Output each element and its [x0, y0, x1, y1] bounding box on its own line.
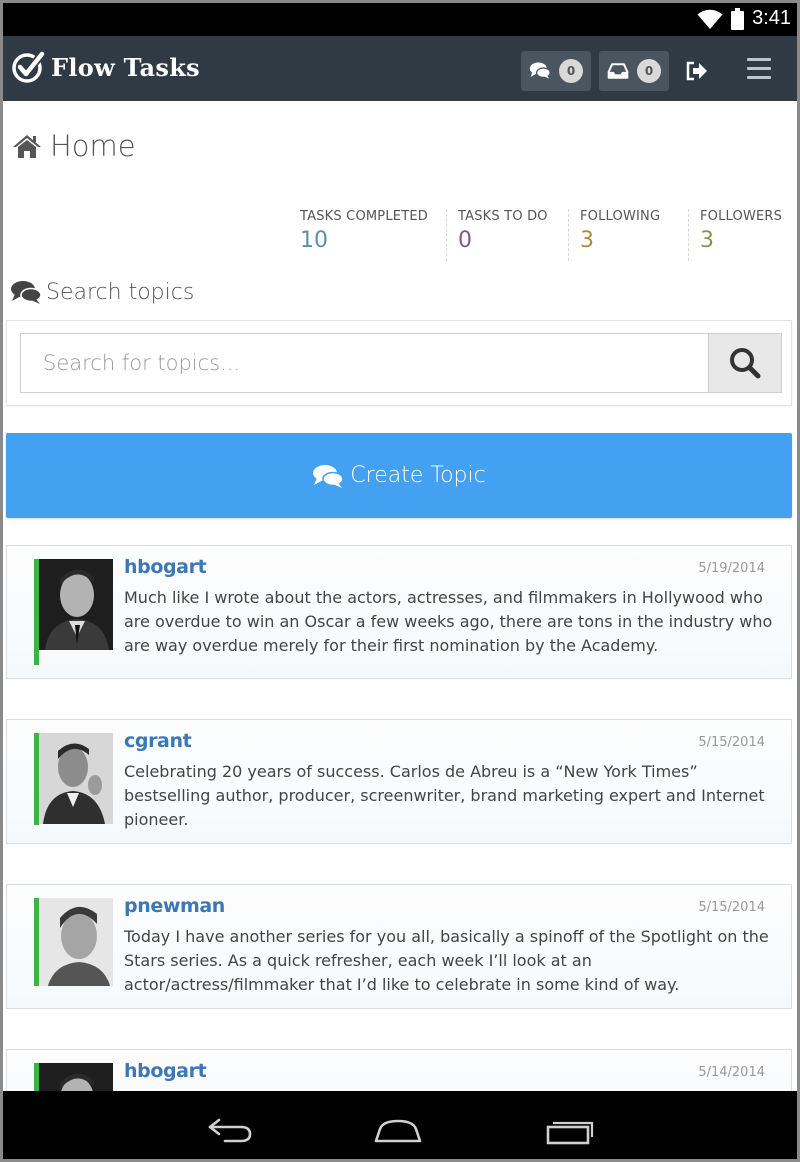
- back-icon[interactable]: [205, 1117, 253, 1143]
- avatar[interactable]: [39, 733, 113, 824]
- app-header: Flow Tasks 0 0: [3, 36, 797, 101]
- topic-date: 5/15/2014: [698, 735, 765, 750]
- device-screen: 3:41 Flow Tasks 0 0 Home TASKS COMPLETED…: [3, 3, 797, 1159]
- recent-apps-icon[interactable]: [546, 1117, 594, 1145]
- check-circle-icon: [12, 50, 45, 83]
- topic-username[interactable]: pnewman: [124, 895, 225, 917]
- topic-username[interactable]: cgrant: [124, 730, 192, 752]
- stat-label: TASKS TO DO: [458, 209, 548, 224]
- search-button[interactable]: [708, 333, 782, 393]
- home-icon: [13, 135, 41, 158]
- wifi-icon: [697, 9, 723, 29]
- avatar-photo: [39, 733, 113, 824]
- stat-value: 0: [458, 228, 472, 253]
- stat-following[interactable]: FOLLOWING 3: [568, 209, 660, 261]
- messages-count-badge: 0: [559, 59, 583, 83]
- topic-date: 5/15/2014: [698, 900, 765, 915]
- stat-tasks-completed[interactable]: TASKS COMPLETED 10: [300, 209, 428, 253]
- topic-card[interactable]: pnewman 5/15/2014 Today I have another s…: [6, 884, 792, 1009]
- stat-value: 3: [580, 228, 594, 253]
- inbox-count-badge: 0: [637, 59, 661, 83]
- create-topic-label: Create Topic: [350, 463, 486, 488]
- app-name: Flow Tasks: [51, 52, 200, 82]
- topic-text: Celebrating 20 years of success. Carlos …: [124, 762, 765, 829]
- brand-link[interactable]: Flow Tasks: [11, 50, 200, 84]
- topic-date: 5/14/2014: [698, 1065, 765, 1080]
- search-icon: [730, 348, 761, 379]
- stat-followers[interactable]: FOLLOWERS 3: [688, 209, 782, 261]
- sign-out-icon[interactable]: [685, 60, 709, 82]
- topic-username[interactable]: hbogart: [124, 1060, 207, 1082]
- stat-tasks-to-do[interactable]: TASKS TO DO 0: [446, 209, 548, 261]
- search-input[interactable]: Search for topics...: [20, 333, 708, 393]
- home-nav-icon[interactable]: [373, 1117, 423, 1143]
- hamburger-menu-icon[interactable]: [747, 58, 771, 82]
- comments-icon: [529, 62, 551, 79]
- stat-value: 3: [700, 228, 714, 253]
- topic-username[interactable]: hbogart: [124, 556, 207, 578]
- avatar-photo: [39, 898, 113, 986]
- battery-icon: [731, 7, 745, 30]
- system-nav-bar: [3, 1091, 797, 1159]
- comments-icon: [313, 464, 345, 488]
- search-section-title: Search topics: [10, 279, 194, 305]
- topic-card[interactable]: cgrant 5/15/2014 Celebrating 20 years of…: [6, 719, 792, 844]
- topic-date: 5/19/2014: [698, 561, 765, 576]
- page-title-text: Home: [50, 129, 136, 163]
- avatar[interactable]: [39, 559, 113, 650]
- status-bar: 3:41: [3, 3, 797, 36]
- comments-icon: [11, 281, 42, 304]
- stat-label: FOLLOWERS: [700, 209, 783, 224]
- inbox-button[interactable]: 0: [599, 51, 669, 91]
- stat-label: FOLLOWING: [580, 209, 661, 224]
- inbox-icon: [607, 63, 629, 79]
- avatar-photo: [39, 559, 113, 650]
- topic-card[interactable]: hbogart 5/19/2014 Much like I wrote abou…: [6, 545, 792, 679]
- topic-text: Today I have another series for you all,…: [124, 927, 769, 994]
- stat-value: 10: [300, 228, 328, 253]
- topic-text: Much like I wrote about the actors, actr…: [124, 588, 773, 655]
- search-section-title-text: Search topics: [46, 279, 195, 305]
- messages-button[interactable]: 0: [521, 51, 591, 91]
- stat-label: TASKS COMPLETED: [300, 209, 428, 224]
- avatar[interactable]: [39, 898, 113, 986]
- search-panel: Search for topics...: [6, 320, 792, 406]
- clock: 3:41: [752, 7, 791, 29]
- page-title: Home: [12, 129, 136, 163]
- create-topic-button[interactable]: Create Topic: [6, 433, 792, 518]
